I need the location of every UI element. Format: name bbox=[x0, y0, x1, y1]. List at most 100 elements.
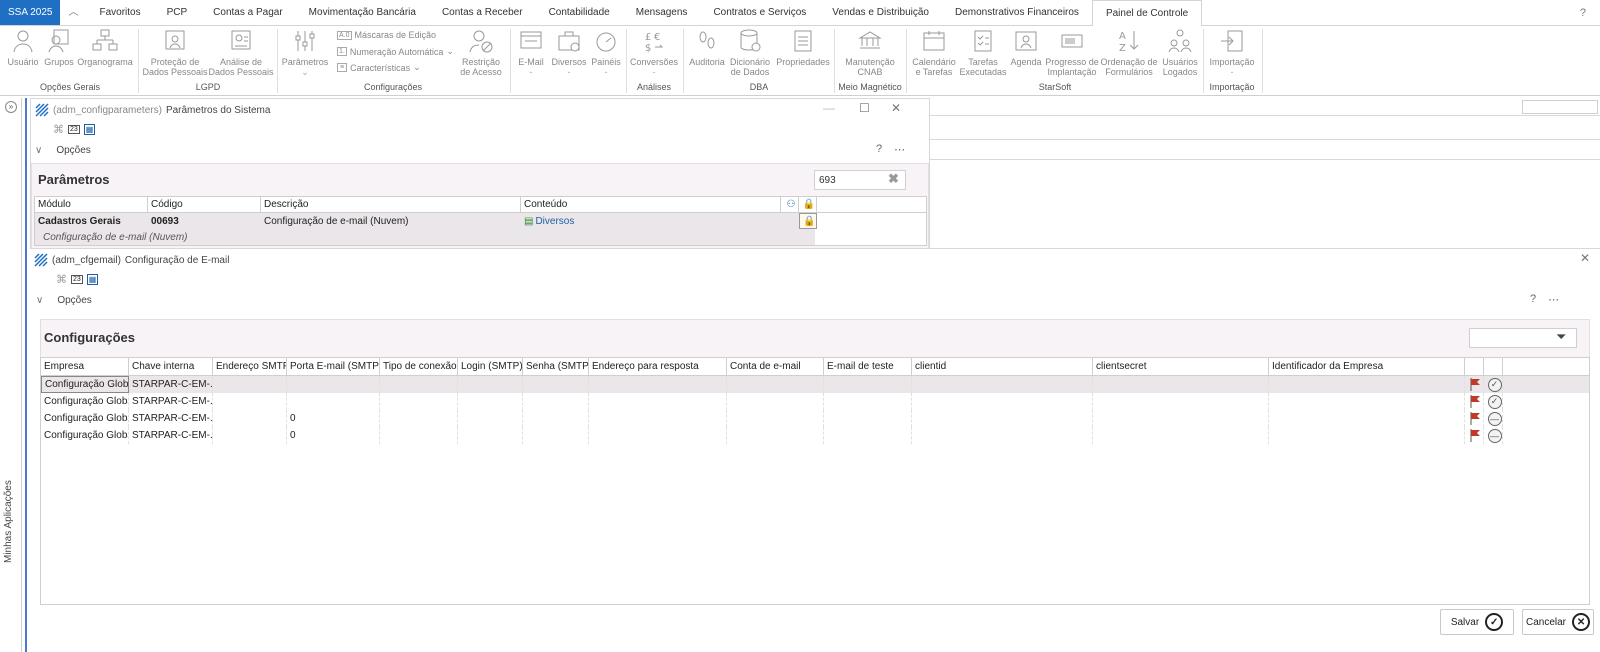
close-icon[interactable]: ✕ bbox=[891, 101, 901, 115]
close-icon[interactable]: ✕ bbox=[1580, 251, 1590, 265]
grid-cell[interactable] bbox=[824, 410, 912, 427]
grid-cell[interactable] bbox=[824, 427, 912, 444]
grid-cell[interactable] bbox=[380, 427, 458, 444]
col-clientsecret[interactable]: clientsecret bbox=[1093, 358, 1269, 375]
grid-cell[interactable] bbox=[523, 376, 589, 393]
cell-empresa[interactable]: Configuração Global bbox=[41, 427, 129, 444]
tab-favoritos[interactable]: Favoritos bbox=[86, 0, 153, 25]
minus-circle-icon[interactable]: — bbox=[1484, 427, 1503, 444]
ribbon-analise-dados-button[interactable]: Análise de Dados Pessoais bbox=[208, 28, 274, 77]
help-icon[interactable]: ? bbox=[1580, 0, 1586, 26]
grid-cell[interactable] bbox=[380, 410, 458, 427]
col-endereco-resposta[interactable]: Endereço para resposta bbox=[589, 358, 727, 375]
grid-cell[interactable] bbox=[1269, 427, 1465, 444]
grid-cell[interactable] bbox=[727, 393, 824, 410]
maximize-icon[interactable]: ☐ bbox=[859, 101, 870, 115]
grid-cell[interactable] bbox=[1269, 393, 1465, 410]
grid-cell[interactable] bbox=[213, 376, 287, 393]
help-icon[interactable]: ? bbox=[1530, 293, 1536, 306]
minus-circle-icon[interactable]: — bbox=[1484, 410, 1503, 427]
table-row[interactable]: Configuração Global STARPAR-C-EM-... 0 — bbox=[41, 410, 1589, 427]
grid-view-icon[interactable]: ▦ bbox=[83, 124, 96, 135]
ribbon-caracteristicas-button[interactable]: ≡ Características ⌄ bbox=[337, 62, 421, 73]
lock-icon[interactable]: 🔒 bbox=[799, 213, 817, 229]
ribbon-paineis-button[interactable]: Painéis - bbox=[588, 28, 624, 77]
grid-cell[interactable] bbox=[458, 393, 523, 410]
cell-chave-interna[interactable]: STARPAR-C-EM-... bbox=[129, 427, 213, 444]
more-icon[interactable]: ⋯ bbox=[1548, 293, 1559, 306]
col-porta-smtp[interactable]: Porta E-mail (SMTP) bbox=[287, 358, 380, 375]
calendar-view-icon[interactable]: 23 bbox=[68, 125, 80, 134]
col-descricao[interactable]: Descrição bbox=[261, 197, 521, 212]
tab-pcp[interactable]: PCP bbox=[154, 0, 201, 25]
save-button[interactable]: Salvar ✓ bbox=[1440, 609, 1514, 635]
grid-cell[interactable] bbox=[589, 393, 727, 410]
grid-cell[interactable] bbox=[380, 376, 458, 393]
tab-painel-de-controle[interactable]: Painel de Controle bbox=[1091, 0, 1203, 27]
col-empresa[interactable]: Empresa bbox=[41, 358, 129, 375]
lock-col-icon[interactable]: 🔒 bbox=[799, 197, 817, 212]
tab-mensagens[interactable]: Mensagens bbox=[623, 0, 701, 25]
more-icon[interactable]: ⋯ bbox=[894, 143, 905, 156]
ribbon-tarefas-button[interactable]: Tarefas Executadas bbox=[958, 28, 1008, 77]
col-codigo[interactable]: Código bbox=[148, 197, 261, 212]
grid-cell[interactable] bbox=[1093, 393, 1269, 410]
ribbon-diversos-button[interactable]: Diversos - bbox=[550, 28, 588, 77]
col-conteudo[interactable]: Conteúdo bbox=[521, 197, 781, 212]
grid-cell[interactable] bbox=[912, 393, 1093, 410]
col-chave-interna[interactable]: Chave interna bbox=[129, 358, 213, 375]
ribbon-dicionario-button[interactable]: Dicionário de Dados bbox=[728, 28, 772, 77]
cell-chave-interna[interactable]: STARPAR-C-EM-... bbox=[129, 393, 213, 410]
grid-cell[interactable] bbox=[458, 427, 523, 444]
flag-icon[interactable] bbox=[1465, 410, 1484, 427]
cell-empresa[interactable]: Configuração Global bbox=[41, 393, 129, 410]
grid-cell[interactable] bbox=[523, 410, 589, 427]
grid-cell[interactable] bbox=[1093, 376, 1269, 393]
cancel-button[interactable]: Cancelar ✕ bbox=[1522, 609, 1594, 635]
col-email-teste[interactable]: E-mail de teste bbox=[824, 358, 912, 375]
cell-porta-smtp[interactable]: 0 bbox=[287, 410, 380, 427]
app-tab[interactable]: SSA 2025 bbox=[0, 0, 61, 25]
pin-icon[interactable]: ⌘ bbox=[53, 123, 64, 136]
grid-cell[interactable] bbox=[1269, 410, 1465, 427]
tab-vendas-e-distribuicao[interactable]: Vendas e Distribuição bbox=[819, 0, 942, 25]
table-row[interactable]: Configuração Global STARPAR-C-EM-... 0 — bbox=[41, 427, 1589, 444]
tab-contratos-e-servicos[interactable]: Contratos e Serviços bbox=[700, 0, 819, 25]
ribbon-usuario-button[interactable]: Usuário bbox=[6, 28, 40, 67]
col-senha-smtp[interactable]: Senha (SMTP) bbox=[523, 358, 589, 375]
flag-icon[interactable] bbox=[1465, 427, 1484, 444]
grid-cell[interactable] bbox=[1269, 376, 1465, 393]
grid-cell[interactable] bbox=[380, 393, 458, 410]
ribbon-email-button[interactable]: E-Mail - bbox=[514, 28, 548, 77]
minimize-icon[interactable]: — bbox=[823, 101, 835, 115]
cell-porta-smtp[interactable]: 0 bbox=[287, 427, 380, 444]
grid-cell[interactable] bbox=[912, 376, 1093, 393]
calendar-view-icon[interactable]: 23 bbox=[71, 275, 83, 284]
tab-contas-a-pagar[interactable]: Contas a Pagar bbox=[200, 0, 296, 25]
grid-cell[interactable] bbox=[458, 410, 523, 427]
ribbon-conversoes-button[interactable]: £ € $ Conversões - bbox=[628, 28, 680, 77]
ribbon-numeracao-button[interactable]: 1. Numeração Automática ⌄ bbox=[337, 46, 454, 57]
col-endereco-smtp[interactable]: Endereço SMTP bbox=[213, 358, 287, 375]
ribbon-grupos-button[interactable]: Grupos bbox=[42, 28, 76, 67]
cell-conteudo[interactable]: ▤ Diversos bbox=[521, 213, 781, 229]
grid-cell[interactable] bbox=[213, 427, 287, 444]
grid-cell[interactable] bbox=[589, 376, 727, 393]
ribbon-mascaras-button[interactable]: A.0 Máscaras de Edição bbox=[337, 30, 436, 40]
ribbon-propriedades-button[interactable]: Propriedades bbox=[774, 28, 832, 67]
col-modulo[interactable]: Módulo bbox=[35, 197, 148, 212]
ribbon-protecao-dados-button[interactable]: Proteção de Dados Pessoais bbox=[142, 28, 208, 77]
grid-cell[interactable] bbox=[1093, 427, 1269, 444]
ribbon-organograma-button[interactable]: Organograma bbox=[76, 28, 134, 67]
table-row[interactable]: Configuração Global STARPAR-C-EM-... ✓ bbox=[41, 376, 1589, 393]
grid-cell[interactable] bbox=[213, 393, 287, 410]
grid-cell[interactable] bbox=[523, 427, 589, 444]
grid-cell[interactable] bbox=[727, 376, 824, 393]
col-login-smtp[interactable]: Login (SMTP) bbox=[458, 358, 523, 375]
col-conta-email[interactable]: Conta de e-mail bbox=[727, 358, 824, 375]
grid-cell[interactable] bbox=[589, 427, 727, 444]
users-col-icon[interactable]: ⚇ bbox=[781, 197, 799, 212]
table-row[interactable]: Configuração Global STARPAR-C-EM-... ✓ bbox=[41, 393, 1589, 410]
flag-icon[interactable] bbox=[1465, 376, 1484, 393]
ribbon-calendario-button[interactable]: Calendário e Tarefas bbox=[910, 28, 958, 77]
